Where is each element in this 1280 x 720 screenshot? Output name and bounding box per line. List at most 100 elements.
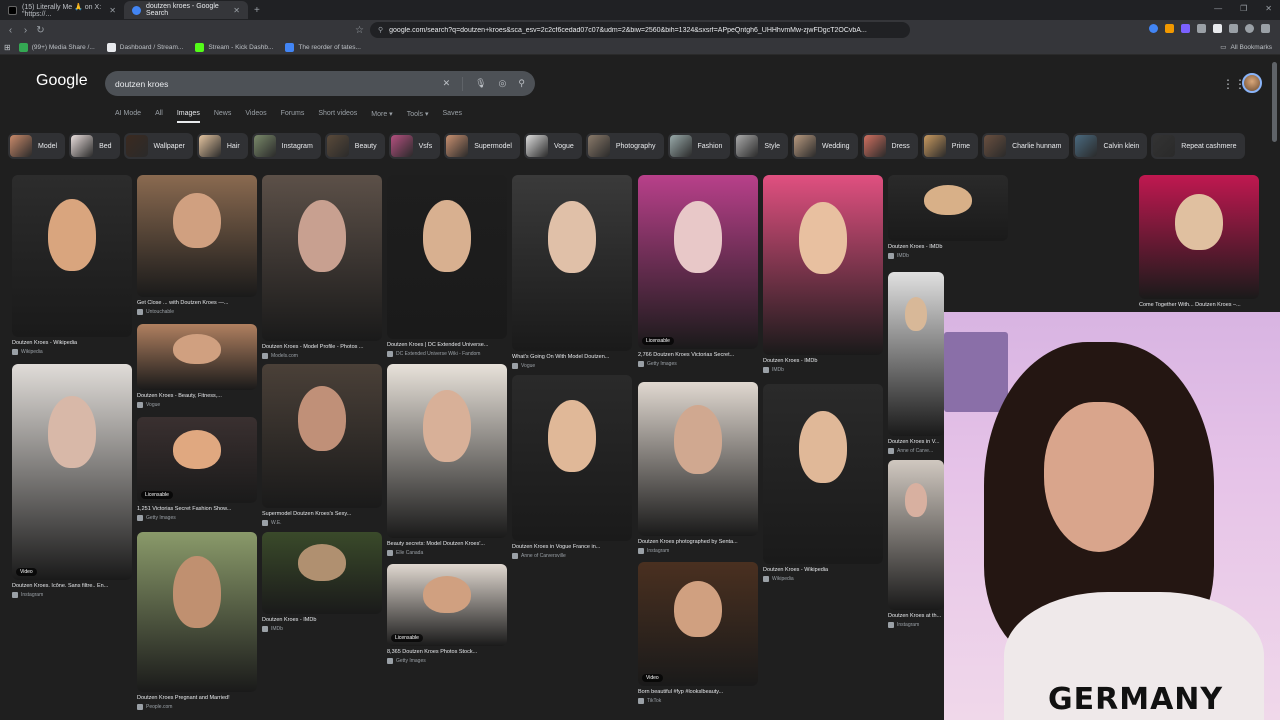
chip-dress[interactable]: Dress (861, 133, 918, 159)
page-scrollbar[interactable] (1272, 62, 1277, 142)
result-source[interactable]: Models.com (262, 353, 298, 359)
menu-icon[interactable] (1261, 24, 1270, 33)
chip-hair[interactable]: Hair (196, 133, 248, 159)
result-source[interactable]: DC Extended Universe Wiki - Fandom (387, 351, 480, 357)
chip-supermodel[interactable]: Supermodel (444, 133, 520, 159)
chip-calvin-klein[interactable]: Calvin klein (1073, 133, 1148, 159)
window-close-icon[interactable]: ✕ (1265, 4, 1272, 13)
filter-videos[interactable]: Videos (245, 110, 266, 123)
result-thumbnail[interactable] (638, 382, 758, 536)
extension-icon[interactable] (1197, 24, 1206, 33)
reload-icon[interactable]: ↻ (33, 25, 48, 36)
chip-charlie-hunnam[interactable]: Charlie hunnam (982, 133, 1070, 159)
result-caption[interactable]: Doutzen Kroes | DC Extended Universe... (387, 342, 507, 348)
result-source[interactable]: TikTok (638, 698, 661, 704)
filter-forums[interactable]: Forums (281, 110, 305, 123)
result-source[interactable]: Vogue (137, 402, 160, 408)
filter-images[interactable]: Images (176, 110, 200, 123)
chip-bed[interactable]: Bed (69, 133, 120, 159)
result-source[interactable]: Getty Images (638, 361, 677, 367)
result-caption[interactable]: Beauty secrets: Model Doutzen Kroes'... (387, 541, 507, 547)
extension-icon[interactable] (1165, 24, 1174, 33)
chip-vsfs[interactable]: Vsfs (388, 133, 441, 159)
clear-icon[interactable]: ✕ (443, 78, 451, 89)
filter-saves[interactable]: Saves (443, 110, 462, 123)
bookmark-item[interactable]: (99+) Media Share /... (15, 42, 99, 52)
filter-news[interactable]: News (214, 110, 232, 123)
microphone-icon[interactable]: 🎙 (475, 78, 486, 89)
result-thumbnail[interactable] (12, 364, 132, 580)
result-source[interactable]: Wikipedia (12, 349, 43, 355)
result-caption[interactable]: Doutzen Kroes at th... (888, 613, 944, 619)
profile-icon[interactable] (1245, 24, 1254, 33)
result-thumbnail[interactable] (888, 272, 944, 436)
filter-tools[interactable]: Tools ▾ (407, 110, 429, 123)
result-source[interactable]: IMDb (763, 367, 784, 373)
chip-beauty[interactable]: Beauty (324, 133, 385, 159)
result-source[interactable]: IMDb (262, 626, 283, 632)
bookmark-item[interactable]: Stream - Kick Dashb... (191, 42, 277, 52)
result-thumbnail[interactable] (1139, 175, 1259, 299)
bookmark-star-icon[interactable]: ☆ (352, 25, 367, 36)
close-icon[interactable]: ✕ (233, 6, 240, 15)
result-thumbnail[interactable] (137, 532, 257, 692)
filter-short-videos[interactable]: Short videos (318, 110, 357, 123)
back-icon[interactable]: ‹ (3, 25, 18, 36)
tab-x[interactable]: (15) Literally Me 🙏 on X: "https://... ✕ (0, 1, 124, 19)
result-thumbnail[interactable] (512, 375, 632, 541)
chip-wedding[interactable]: Wedding (791, 133, 858, 159)
extension-icon[interactable] (1181, 24, 1190, 33)
result-source[interactable]: Elle Canada (387, 550, 423, 556)
result-thumbnail[interactable] (888, 460, 944, 610)
url-bar[interactable]: ⚲ google.com/search?q=doutzen+kroes&sca_… (370, 22, 910, 38)
result-caption[interactable]: Come Together With... Doutzen Kroes –... (1139, 302, 1259, 308)
result-source[interactable]: Wikipedia (763, 576, 794, 582)
chip-wallpaper[interactable]: Wallpaper (123, 133, 193, 159)
all-bookmarks[interactable]: ▭ All Bookmarks (1220, 43, 1272, 52)
result-source[interactable]: People.com (137, 704, 172, 710)
result-source[interactable]: Getty Images (387, 658, 426, 664)
avatar[interactable] (1242, 73, 1262, 93)
result-caption[interactable]: Doutzen Kroes in Vogue France in... (512, 544, 632, 550)
result-source[interactable]: Instagram (638, 548, 669, 554)
result-thumbnail[interactable] (763, 175, 883, 355)
result-thumbnail[interactable] (262, 364, 382, 508)
result-caption[interactable]: Doutzen Kroes - Beauty, Fitness,... (137, 393, 257, 399)
result-thumbnail[interactable] (387, 175, 507, 339)
extension-icon[interactable] (1149, 24, 1158, 33)
chip-prime[interactable]: Prime (921, 133, 979, 159)
filter-ai-mode[interactable]: AI Mode (115, 110, 141, 123)
result-thumbnail[interactable] (888, 175, 1008, 241)
forward-icon[interactable]: › (18, 25, 33, 36)
search-input[interactable]: doutzen kroes (115, 79, 168, 89)
result-caption[interactable]: Born beautiful #fyp #lookslbeauty... (638, 689, 758, 695)
result-caption[interactable]: Doutzen Kroes photographed by Senta... (638, 539, 758, 545)
result-thumbnail[interactable] (262, 175, 382, 341)
result-source[interactable]: Untouchable (137, 309, 174, 315)
extension-icon[interactable] (1213, 24, 1222, 33)
result-source[interactable]: Instagram (888, 622, 919, 628)
chip-style[interactable]: Style (734, 133, 788, 159)
result-caption[interactable]: Doutzen Kroes - IMDb (888, 244, 1008, 250)
result-thumbnail[interactable] (262, 532, 382, 614)
tab-google[interactable]: doutzen kroes - Google Search ✕ (124, 1, 248, 19)
result-caption[interactable]: Doutzen Kroes - IMDb (262, 617, 382, 623)
result-thumbnail[interactable] (512, 175, 632, 351)
extension-icon[interactable] (1229, 24, 1238, 33)
result-thumbnail[interactable] (137, 175, 257, 297)
result-thumbnail[interactable] (763, 384, 883, 564)
google-logo[interactable]: Google (36, 72, 88, 90)
chip-photography[interactable]: Photography (585, 133, 664, 159)
new-tab-icon[interactable]: + (248, 5, 260, 16)
apps-grid-icon[interactable]: ⊞ (4, 43, 11, 52)
result-caption[interactable]: Get Close ... with Doutzen Kroes —... (137, 300, 257, 306)
site-info-icon[interactable]: ⚲ (378, 26, 383, 34)
search-icon[interactable]: ⚲ (518, 78, 525, 89)
result-caption[interactable]: 1,251 Victorias Secret Fashion Show... (137, 506, 257, 512)
result-caption[interactable]: Supermodel Doutzen Kroes's Sexy... (262, 511, 382, 517)
result-caption[interactable]: Doutzen Kroes - Model Profile - Photos .… (262, 344, 382, 350)
maximize-icon[interactable]: ❐ (1240, 4, 1247, 13)
result-caption[interactable]: Doutzen Kroes. Icône. Sans filtre.. En..… (12, 583, 132, 589)
result-source[interactable]: Anne of Carversville (512, 553, 566, 559)
search-box[interactable]: doutzen kroes ✕ 🎙 ◎ ⚲ (105, 71, 535, 96)
